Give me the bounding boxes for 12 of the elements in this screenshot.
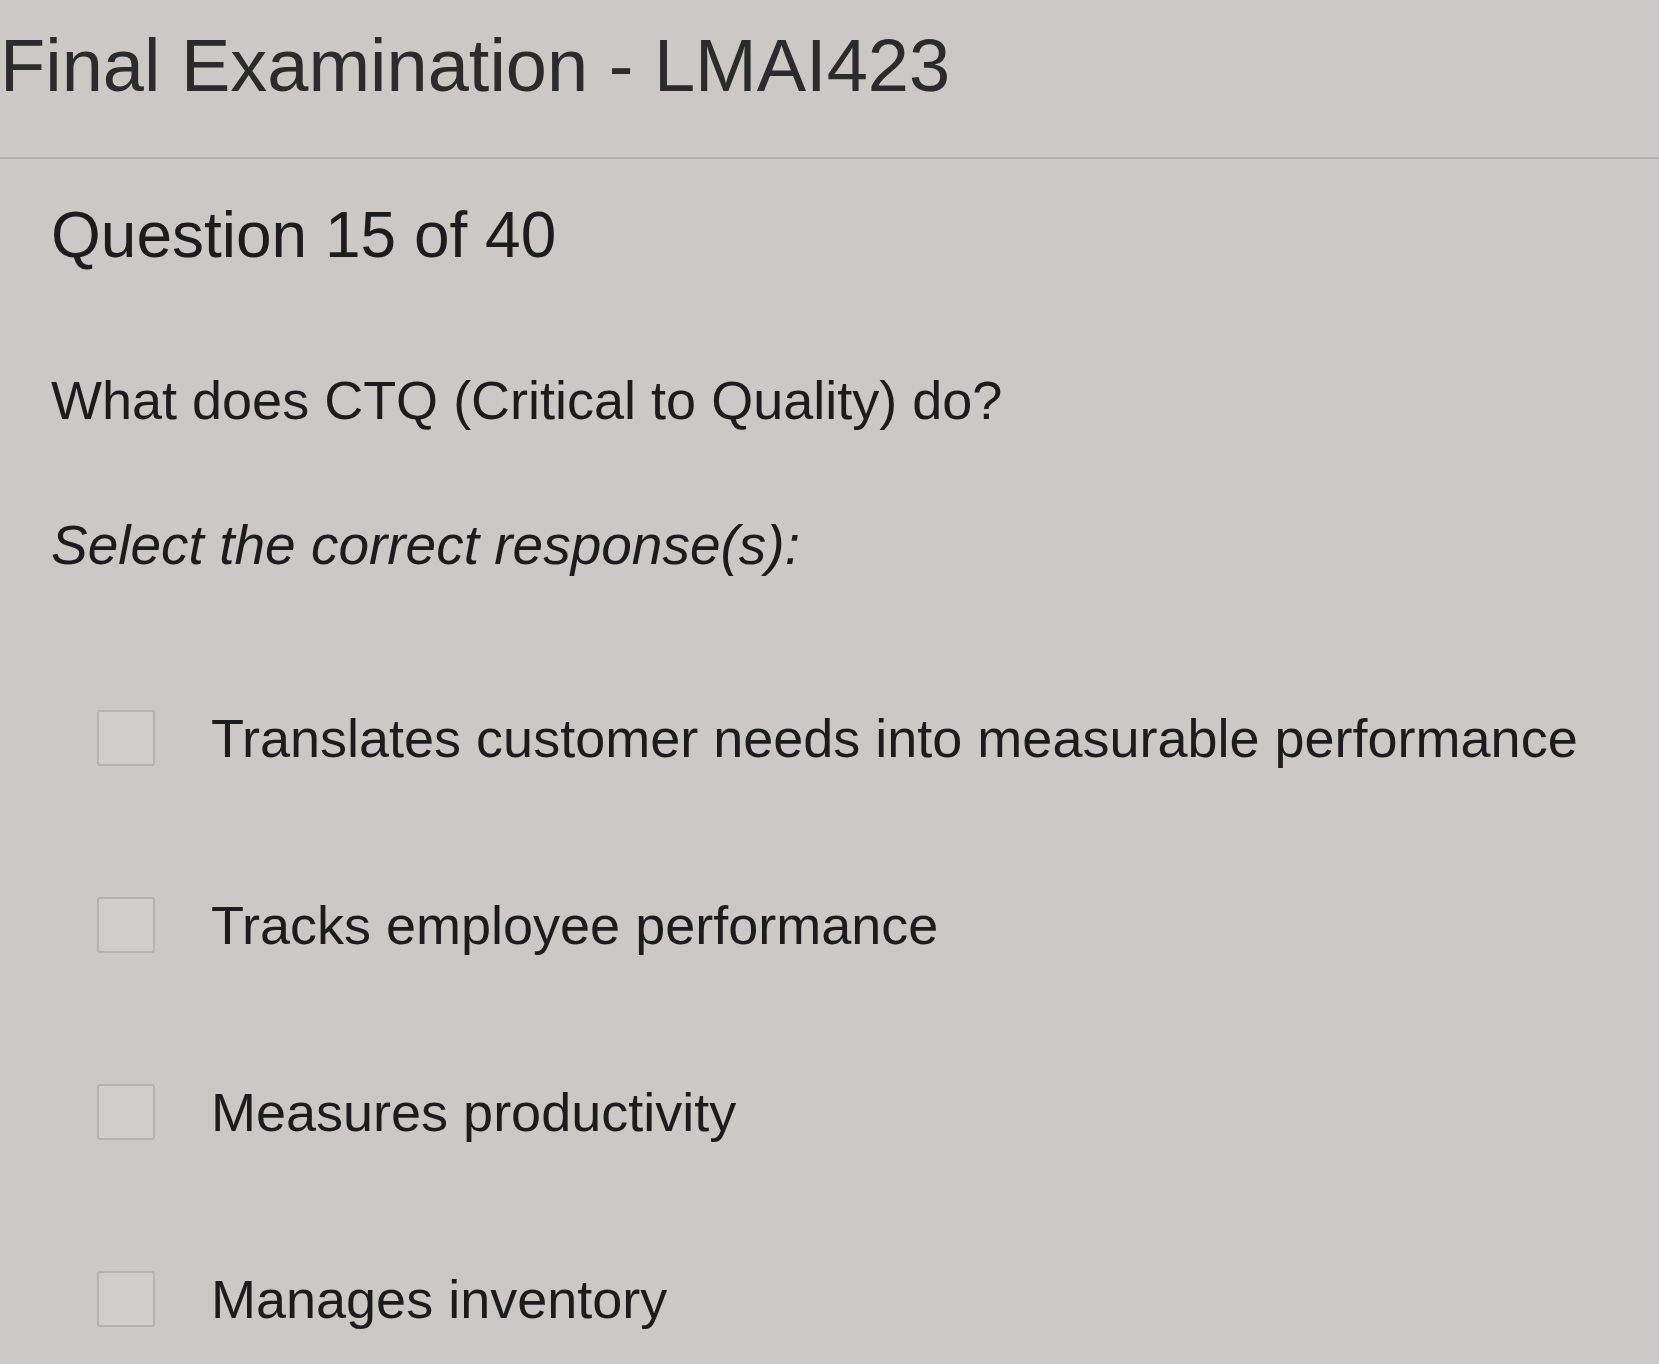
option-label[interactable]: Tracks employee performance <box>211 893 939 957</box>
option-label[interactable]: Translates customer needs into measurable performance <box>211 706 1578 770</box>
checkbox[interactable] <box>97 1084 155 1140</box>
exam-title: Final Examination - LMAI423 <box>0 23 951 106</box>
checkbox[interactable] <box>97 710 155 766</box>
question-counter: Question 15 of 40 <box>51 199 557 271</box>
checkbox[interactable] <box>97 1271 155 1327</box>
option-label[interactable]: Manages inventory <box>211 1267 668 1331</box>
answer-prompt: Select the correct response(s): <box>51 513 800 577</box>
option-label[interactable]: Measures productivity <box>211 1080 737 1144</box>
question-text: What does CTQ (Critical to Quality) do? <box>51 369 1003 432</box>
checkbox[interactable] <box>97 897 155 953</box>
